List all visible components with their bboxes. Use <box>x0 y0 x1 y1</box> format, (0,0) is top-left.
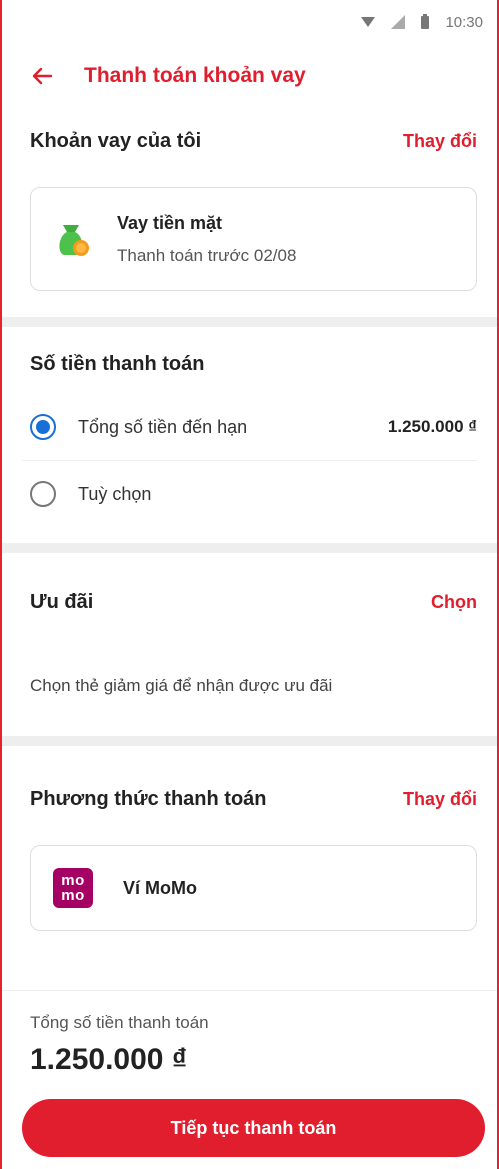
payment-footer: Tổng số tiền thanh toán 1.250.000 ₫ Tiếp… <box>2 990 497 1169</box>
loan-card[interactable]: Vay tiền mặt Thanh toán trước 02/08 <box>30 187 477 291</box>
battery-icon <box>421 13 430 29</box>
my-loan-section: Khoản vay của tôi Thay đổi Vay tiền mặt … <box>2 108 497 317</box>
arrow-left-icon[interactable] <box>30 64 54 88</box>
radio-total-due[interactable] <box>30 414 56 440</box>
total-amount: 1.250.000 ₫ <box>30 1043 188 1076</box>
section-divider <box>2 317 497 327</box>
status-bar: 10:30 <box>2 0 497 44</box>
payment-method-card[interactable]: mo mo Ví MoMo <box>30 845 477 931</box>
payment-method-section: Phương thức thanh toán Thay đổi mo mo Ví… <box>2 746 497 931</box>
loan-due-date: Thanh toán trước 02/08 <box>117 245 297 265</box>
option-value: 1.250.000 ₫ <box>387 417 477 436</box>
money-bag-icon <box>53 219 93 259</box>
continue-payment-button[interactable]: Tiếp tục thanh toán <box>22 1099 485 1157</box>
promotion-description: Chọn thẻ giảm giá để nhận được ưu đãi <box>30 676 333 695</box>
app-screen: 10:30 Thanh toán khoản vay Khoản vay của… <box>0 0 499 1169</box>
signal-icon <box>391 15 406 29</box>
my-loan-title: Khoản vay của tôi <box>30 130 202 152</box>
app-header: Thanh toán khoản vay <box>2 44 497 108</box>
option-label: Tuỳ chọn <box>78 483 152 504</box>
section-divider <box>2 543 497 553</box>
total-label: Tổng số tiền thanh toán <box>30 1013 209 1032</box>
loan-name: Vay tiền mặt <box>117 212 223 233</box>
momo-logo-icon: mo mo <box>53 868 93 908</box>
option-custom[interactable]: Tuỳ chọn <box>30 461 477 527</box>
payment-amount-title: Số tiền thanh toán <box>30 353 205 375</box>
payment-method-title: Phương thức thanh toán <box>30 788 267 810</box>
radio-custom[interactable] <box>30 481 56 507</box>
status-time: 10:30 <box>445 13 483 31</box>
option-total-due[interactable]: Tổng số tiền đến hạn 1.250.000 ₫ <box>30 394 477 460</box>
section-divider <box>2 736 497 746</box>
change-method-link[interactable]: Thay đổi <box>403 789 477 810</box>
promotion-section: Ưu đãi Chọn Chọn thẻ giảm giá để nhận đư… <box>2 553 497 736</box>
wifi-icon <box>361 17 376 27</box>
page-title: Thanh toán khoản vay <box>84 64 306 87</box>
choose-promotion-link[interactable]: Chọn <box>431 592 477 613</box>
change-loan-link[interactable]: Thay đổi <box>403 131 477 152</box>
payment-method-name: Ví MoMo <box>123 877 197 898</box>
option-label: Tổng số tiền đến hạn <box>78 416 248 437</box>
payment-amount-section: Số tiền thanh toán Tổng số tiền đến hạn … <box>2 327 497 543</box>
promotion-title: Ưu đãi <box>30 591 94 613</box>
